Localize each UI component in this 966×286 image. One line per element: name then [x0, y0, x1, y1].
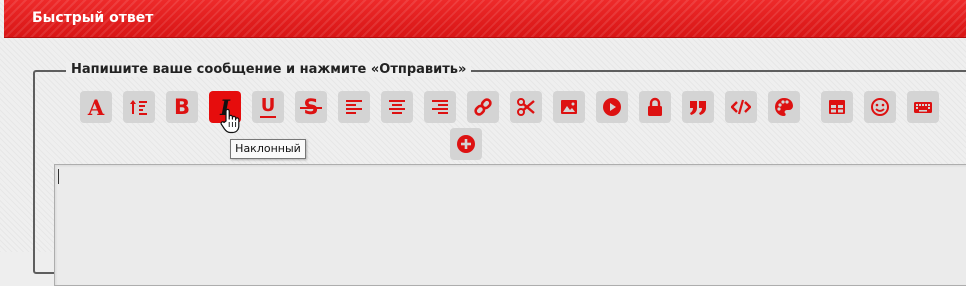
- text-caret: [58, 169, 59, 184]
- quote-button[interactable]: [682, 91, 714, 123]
- text-color-button[interactable]: [768, 91, 800, 123]
- table-icon: [829, 100, 845, 114]
- align-left-icon: [346, 100, 362, 114]
- font-size-button[interactable]: [123, 91, 155, 123]
- lock-icon: [648, 97, 662, 116]
- font-icon: A: [87, 94, 105, 120]
- underline-icon: U: [260, 94, 276, 118]
- panel-title: Быстрый ответ: [32, 10, 154, 26]
- scissors-icon: [517, 98, 535, 116]
- strikethrough-icon: S: [300, 96, 322, 118]
- message-textarea[interactable]: [54, 164, 966, 286]
- code-button[interactable]: [725, 91, 757, 123]
- plus-circle-icon: [457, 135, 475, 153]
- fieldset-legend: Напишите ваше сообщение и нажмите «Отпра…: [66, 62, 472, 77]
- link-icon: [474, 98, 492, 116]
- align-right-icon: [432, 100, 448, 114]
- align-center-icon: [389, 100, 405, 114]
- insert-video-button[interactable]: [596, 91, 628, 123]
- align-right-button[interactable]: [424, 91, 456, 123]
- code-icon: [731, 99, 751, 115]
- cut-button[interactable]: [510, 91, 542, 123]
- image-icon: [561, 100, 577, 114]
- hide-content-button[interactable]: [639, 91, 671, 123]
- strikethrough-button[interactable]: S: [295, 91, 327, 123]
- align-left-button[interactable]: [338, 91, 370, 123]
- virtual-keyboard-button[interactable]: [907, 91, 939, 123]
- font-size-icon: [130, 100, 147, 115]
- underline-button[interactable]: U: [252, 91, 284, 123]
- panel-header: Быстрый ответ: [4, 0, 966, 38]
- smiley-button[interactable]: [864, 91, 896, 123]
- insert-table-button[interactable]: [821, 91, 853, 123]
- font-button[interactable]: A: [80, 91, 112, 123]
- quote-icon: [690, 101, 706, 115]
- italic-tooltip: Наклонный: [230, 139, 306, 159]
- quick-reply-panel: Быстрый ответ Напишите ваше сообщение и …: [0, 0, 966, 286]
- bold-icon: B: [173, 94, 190, 119]
- insert-link-button[interactable]: [467, 91, 499, 123]
- play-icon: [603, 98, 621, 116]
- more-options-button[interactable]: [450, 128, 482, 160]
- hand-cursor-icon: [220, 108, 240, 134]
- palette-icon: [775, 98, 793, 116]
- smiley-icon: [871, 98, 889, 116]
- insert-image-button[interactable]: [553, 91, 585, 123]
- keyboard-icon: [914, 102, 932, 113]
- bold-button[interactable]: B: [166, 91, 198, 123]
- align-center-button[interactable]: [381, 91, 413, 123]
